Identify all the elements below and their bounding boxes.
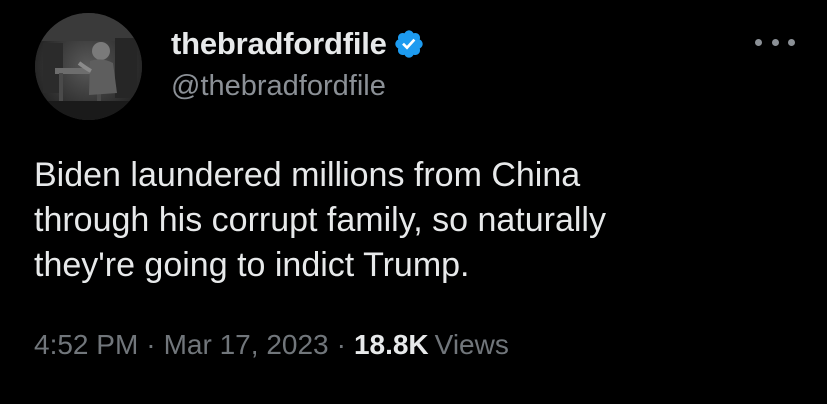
display-name-row[interactable]: thebradfordfile [171, 24, 425, 64]
views-count[interactable]: 18.8K [354, 329, 429, 361]
dot-icon [755, 38, 762, 46]
dot-icon [771, 38, 779, 46]
user-handle[interactable]: @thebradfordfile [171, 70, 386, 103]
avatar-photo-icon [35, 13, 142, 120]
tweet-time[interactable]: 4:52 PM [34, 329, 138, 361]
tweet-card: thebradfordfile @thebradfordfile Biden l… [0, 0, 827, 404]
dot-icon [788, 38, 795, 46]
verified-badge-icon [393, 28, 425, 60]
tweet-meta: 4:52 PM · Mar 17, 2023 · 18.8K Views [34, 329, 509, 361]
views-label[interactable]: Views [435, 329, 509, 361]
separator: · [336, 329, 346, 360]
tweet-date[interactable]: Mar 17, 2023 [164, 329, 329, 361]
separator: · [146, 329, 156, 360]
display-name[interactable]: thebradfordfile [171, 26, 387, 62]
tweet-text: Biden laundered millions from China thro… [34, 156, 606, 284]
more-options-icon[interactable] [755, 27, 795, 57]
avatar[interactable] [35, 13, 142, 120]
